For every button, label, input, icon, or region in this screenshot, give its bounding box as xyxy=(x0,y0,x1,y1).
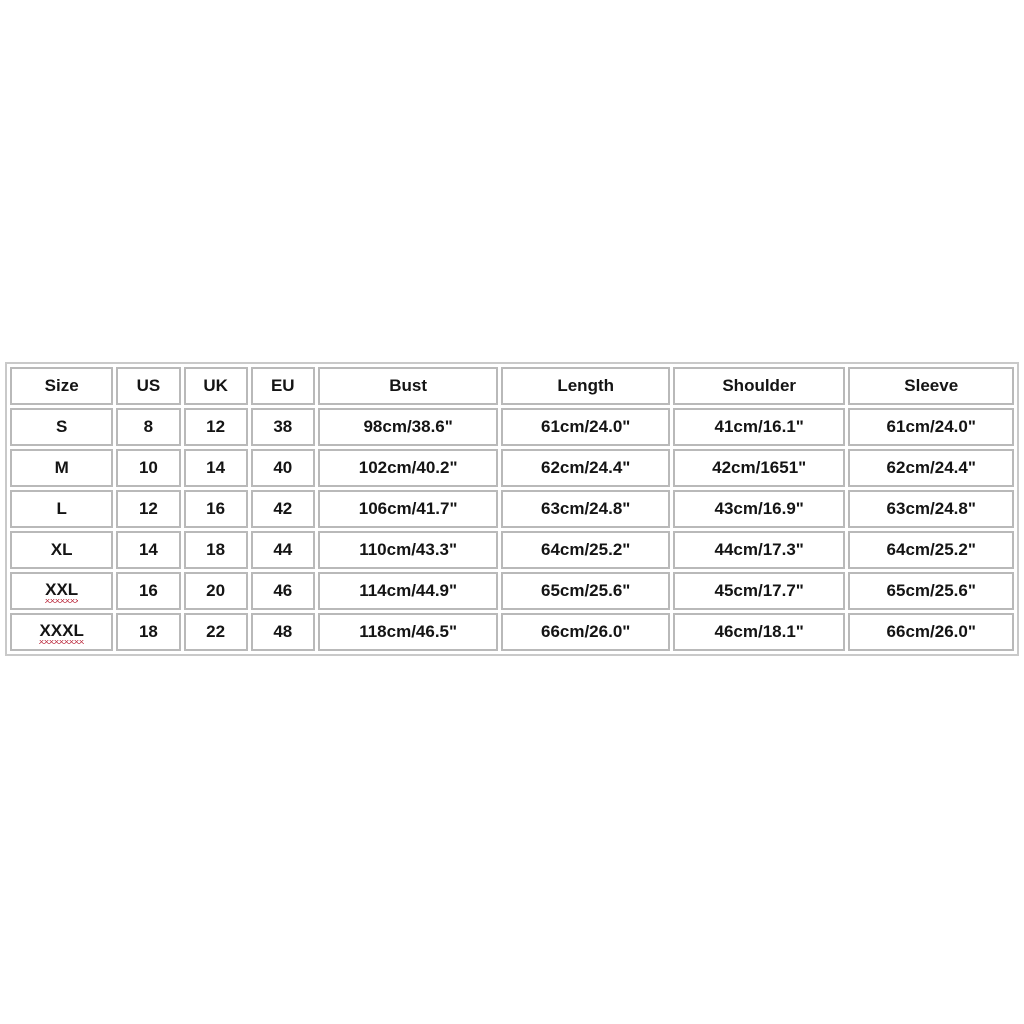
cell-length: 63cm/24.8" xyxy=(501,490,670,528)
cell-shoulder: 45cm/17.7" xyxy=(672,572,846,610)
table-header-row: Size US UK EU Bust Length Shoulder Sleev… xyxy=(10,367,1014,405)
cell-sleeve: 65cm/25.6" xyxy=(848,572,1014,610)
cell-length: 61cm/24.0" xyxy=(501,408,670,446)
cell-uk: 14 xyxy=(183,449,248,487)
table-row: L 12 16 42 106cm/41.7" 63cm/24.8" 43cm/16.9" 63… xyxy=(10,490,1014,528)
cell-us: 18 xyxy=(116,613,181,651)
table-row: XL 14 18 44 110cm/43.3" 64cm/25.2" 44cm/17.3" 6… xyxy=(10,531,1014,569)
cell-bust: 102cm/40.2" xyxy=(317,449,499,487)
cell-eu: 44 xyxy=(250,531,315,569)
cell-size: M xyxy=(10,449,114,487)
cell-size: XXXL xyxy=(10,613,114,651)
cell-shoulder: 46cm/18.1" xyxy=(672,613,846,651)
cell-shoulder: 44cm/17.3" xyxy=(672,531,846,569)
cell-eu: 42 xyxy=(250,490,315,528)
column-header-length: Length xyxy=(501,367,670,405)
cell-shoulder: 42cm/1651" xyxy=(672,449,846,487)
size-chart-table: Size US UK EU Bust Length Shoulder Sleev… xyxy=(5,362,1019,656)
table-row: XXL 16 20 46 114cm/44.9" 65cm/25.6" 45cm/17.7"… xyxy=(10,572,1014,610)
cell-uk: 12 xyxy=(183,408,248,446)
cell-sleeve: 66cm/26.0" xyxy=(848,613,1014,651)
cell-sleeve: 64cm/25.2" xyxy=(848,531,1014,569)
cell-eu: 48 xyxy=(250,613,315,651)
column-header-size: Size xyxy=(10,367,114,405)
column-header-bust: Bust xyxy=(317,367,499,405)
table-header: Size US UK EU Bust Length Shoulder Sleev… xyxy=(10,367,1014,405)
column-header-shoulder: Shoulder xyxy=(672,367,846,405)
column-header-eu: EU xyxy=(250,367,315,405)
cell-size: L xyxy=(10,490,114,528)
table-body: S 8 12 38 98cm/38.6" 61cm/24.0" 41cm/16.1" 61cm… xyxy=(10,408,1014,651)
cell-shoulder: 41cm/16.1" xyxy=(672,408,846,446)
column-header-sleeve: Sleeve xyxy=(848,367,1014,405)
cell-uk: 20 xyxy=(183,572,248,610)
size-label-misspelled: XXL xyxy=(45,580,79,603)
cell-uk: 22 xyxy=(183,613,248,651)
cell-us: 16 xyxy=(116,572,181,610)
table-row: XXXL 18 22 48 118cm/46.5" 66cm/26.0" 46cm/18.1… xyxy=(10,613,1014,651)
cell-us: 8 xyxy=(116,408,181,446)
table-row: M 10 14 40 102cm/40.2" 62cm/24.4" 42cm/1651" 62… xyxy=(10,449,1014,487)
cell-uk: 18 xyxy=(183,531,248,569)
cell-sleeve: 62cm/24.4" xyxy=(848,449,1014,487)
cell-shoulder: 43cm/16.9" xyxy=(672,490,846,528)
cell-bust: 106cm/41.7" xyxy=(317,490,499,528)
cell-length: 66cm/26.0" xyxy=(501,613,670,651)
column-header-uk: UK xyxy=(183,367,248,405)
cell-size: XXL xyxy=(10,572,114,610)
cell-bust: 98cm/38.6" xyxy=(317,408,499,446)
cell-bust: 114cm/44.9" xyxy=(317,572,499,610)
cell-sleeve: 63cm/24.8" xyxy=(848,490,1014,528)
cell-bust: 110cm/43.3" xyxy=(317,531,499,569)
cell-length: 62cm/24.4" xyxy=(501,449,670,487)
size-label-misspelled: XXXL xyxy=(39,621,85,644)
cell-uk: 16 xyxy=(183,490,248,528)
cell-us: 10 xyxy=(116,449,181,487)
cell-eu: 38 xyxy=(250,408,315,446)
column-header-us: US xyxy=(116,367,181,405)
cell-sleeve: 61cm/24.0" xyxy=(848,408,1014,446)
cell-size: S xyxy=(10,408,114,446)
cell-size: XL xyxy=(10,531,114,569)
cell-eu: 40 xyxy=(250,449,315,487)
cell-us: 12 xyxy=(116,490,181,528)
table-row: S 8 12 38 98cm/38.6" 61cm/24.0" 41cm/16.1" 61cm… xyxy=(10,408,1014,446)
size-chart-container: Size US UK EU Bust Length Shoulder Sleev… xyxy=(5,362,1019,656)
cell-length: 64cm/25.2" xyxy=(501,531,670,569)
cell-length: 65cm/25.6" xyxy=(501,572,670,610)
cell-bust: 118cm/46.5" xyxy=(317,613,499,651)
cell-us: 14 xyxy=(116,531,181,569)
cell-eu: 46 xyxy=(250,572,315,610)
